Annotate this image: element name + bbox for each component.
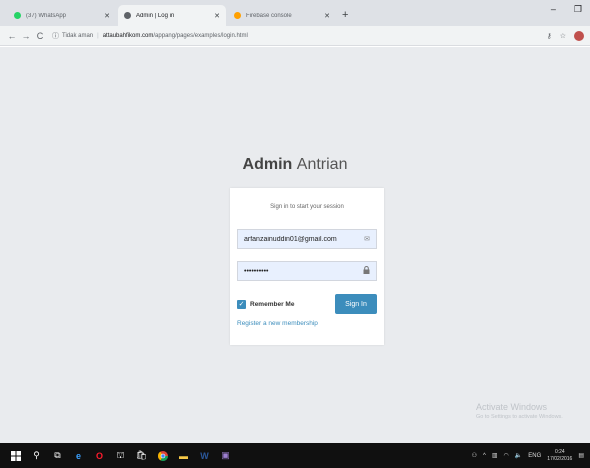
store-icon[interactable]: ⛫: [115, 450, 126, 461]
divider: |: [97, 32, 99, 39]
tab-close-icon[interactable]: ✕: [324, 12, 330, 20]
clock[interactable]: 0:24 17/02/2016: [547, 449, 572, 463]
register-link[interactable]: Register a new membership: [237, 320, 318, 327]
profile-avatar[interactable]: [574, 30, 584, 41]
browser-toolbar: ← → C ⓘ Tidak aman | attaubahfikom.com /…: [0, 26, 590, 46]
globe-favicon-icon: [124, 12, 131, 19]
tab-firebase[interactable]: Firebase console ✕: [228, 5, 336, 26]
language-indicator[interactable]: ENG: [528, 453, 541, 459]
watermark-subtitle: Go to Settings to activate Windows.: [476, 414, 563, 420]
shopping-bag-icon[interactable]: 🛍: [136, 450, 147, 461]
tab-whatsapp[interactable]: (37) WhatsApp ✕: [8, 5, 116, 26]
toolbar-icons: ⚷ ☆: [547, 30, 584, 41]
opera-icon[interactable]: O: [94, 450, 105, 461]
forward-icon[interactable]: →: [20, 31, 32, 41]
lock-icon: [363, 266, 370, 276]
brand-bold: Admin: [242, 156, 293, 173]
browser-tabstrip: (37) WhatsApp ✕ Admin | Log in ✕ Firebas…: [0, 0, 590, 26]
tab-close-icon[interactable]: ✕: [104, 12, 110, 20]
tab-label: Firebase console: [246, 12, 292, 19]
app-icon[interactable]: ▣: [220, 450, 231, 461]
windows-taskbar: ⚲ ⧉ e O ⛫ 🛍 ▬ W ▣ ⚇ ^ ▥ ◠ 🔈 ENG 0:24 17/…: [0, 443, 590, 468]
clock-date: 17/02/2016: [547, 455, 573, 462]
sign-in-button[interactable]: Sign In: [335, 294, 377, 314]
remember-row: ✓ Remember Me Sign In: [237, 294, 377, 314]
notification-icon[interactable]: ▤: [578, 452, 584, 459]
address-bar[interactable]: ⓘ Tidak aman | attaubahfikom.com /appang…: [52, 29, 547, 43]
word-icon[interactable]: W: [199, 450, 210, 461]
firebase-favicon-icon: [234, 12, 241, 19]
remember-me-checkbox[interactable]: ✓: [237, 299, 246, 309]
edge-icon[interactable]: e: [73, 450, 84, 461]
tab-label: Admin | Log in: [136, 12, 175, 19]
url-path: /appang/pages/examples/login.html: [153, 32, 248, 39]
star-icon[interactable]: ☆: [560, 32, 566, 40]
remember-me-label[interactable]: Remember Me: [250, 301, 335, 308]
clock-time: 0:24: [554, 448, 565, 455]
watermark-title: Activate Windows: [476, 402, 548, 412]
login-logo: Admin Antrian: [0, 156, 590, 174]
search-icon[interactable]: ⚲: [31, 450, 42, 461]
chrome-icon[interactable]: [157, 450, 168, 461]
login-box-message: Sign in to start your session: [270, 204, 344, 210]
reload-icon[interactable]: C: [34, 31, 46, 41]
envelope-icon: ✉: [364, 236, 370, 243]
key-icon[interactable]: ⚷: [547, 32, 552, 40]
file-explorer-icon[interactable]: ▬: [178, 450, 189, 461]
people-icon[interactable]: ⚇: [472, 452, 477, 459]
whatsapp-favicon-icon: [14, 12, 21, 19]
email-field[interactable]: arfanzainuddin01@gmail.com ✉: [237, 229, 377, 249]
tab-close-icon[interactable]: ✕: [214, 12, 220, 20]
task-view-icon[interactable]: ⧉: [52, 450, 63, 461]
volume-icon[interactable]: 🔈: [515, 452, 522, 459]
brand-light: Antrian: [296, 156, 348, 173]
maximize-icon[interactable]: ❐: [574, 4, 582, 15]
back-icon[interactable]: ←: [6, 31, 18, 41]
password-value: ••••••••••: [244, 267, 269, 275]
system-tray: ⚇ ^ ▥ ◠ 🔈 ENG 0:24 17/02/2016 ▤: [472, 443, 584, 468]
info-icon[interactable]: ⓘ: [52, 31, 59, 41]
email-value: arfanzainuddin01@gmail.com: [244, 235, 337, 243]
password-field[interactable]: ••••••••••: [237, 261, 377, 281]
network-icon[interactable]: ▥: [492, 452, 498, 459]
minimize-icon[interactable]: –: [551, 4, 556, 15]
new-tab-icon[interactable]: +: [338, 5, 352, 26]
window-controls: – ❐: [551, 4, 582, 15]
wifi-icon[interactable]: ◠: [504, 452, 509, 459]
windows-start-icon[interactable]: [10, 450, 21, 461]
chevron-up-icon[interactable]: ^: [483, 453, 486, 459]
activate-windows-watermark: Activate Windows Go to Settings to activ…: [476, 402, 563, 420]
security-label: Tidak aman: [62, 32, 94, 39]
tab-admin-login[interactable]: Admin | Log in ✕: [118, 5, 226, 26]
tab-label: (37) WhatsApp: [26, 12, 67, 19]
url-host: attaubahfikom.com: [102, 32, 154, 39]
page-content: Admin Antrian Sign in to start your sess…: [0, 47, 590, 443]
login-box: Sign in to start your session arfanzainu…: [230, 188, 384, 345]
